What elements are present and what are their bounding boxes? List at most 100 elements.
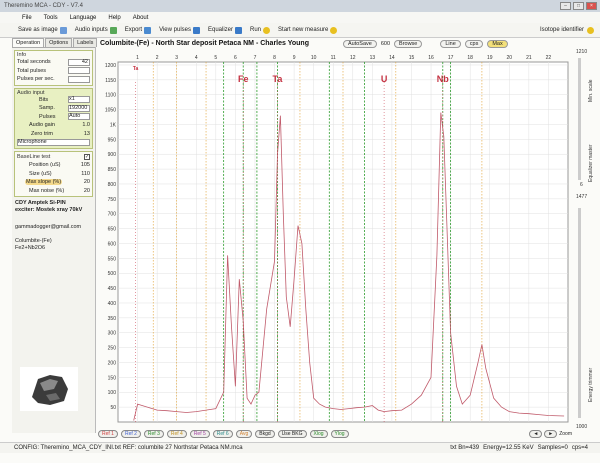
total-seconds-field[interactable]: 42 bbox=[68, 58, 90, 66]
y-tick-label: 500 bbox=[108, 271, 117, 277]
start-new-measure-button[interactable]: Start new measure bbox=[278, 26, 338, 34]
x-tick-label: 12 bbox=[350, 55, 356, 61]
max-slope-value[interactable]: 20 bbox=[76, 179, 90, 185]
menu-tools[interactable]: Tools bbox=[44, 15, 58, 21]
menu-language[interactable]: Language bbox=[70, 15, 97, 21]
x-tick-label: 20 bbox=[507, 55, 513, 61]
x-tick-label: 5 bbox=[214, 55, 217, 61]
maximize-button[interactable]: □ bbox=[573, 2, 584, 10]
y-tick-label: 950 bbox=[108, 137, 117, 143]
y-tick-label: 1200 bbox=[105, 63, 116, 69]
top-scale-value: 1210 bbox=[576, 49, 588, 55]
status-bar: CONFIG: Theremino_MCA_CDY_INI.txt REF: c… bbox=[0, 442, 600, 453]
mid-scale-value: 1477 bbox=[576, 194, 588, 200]
energy-trimmer-slider[interactable] bbox=[578, 208, 581, 418]
autosave-button[interactable]: AutoSave bbox=[342, 39, 377, 48]
min-scale-slider[interactable] bbox=[578, 58, 581, 180]
run-button[interactable]: Run bbox=[250, 26, 271, 34]
view-pulses-button[interactable]: View pulses bbox=[159, 26, 200, 34]
bin-status: txt Bn=439 bbox=[450, 445, 480, 451]
line-button[interactable]: Line bbox=[440, 39, 461, 48]
tab-labels[interactable]: Labels bbox=[73, 38, 98, 47]
equalizer-master-label: Equalizer master bbox=[588, 144, 594, 182]
y-tick-label: 1050 bbox=[105, 108, 116, 114]
export-icon bbox=[144, 26, 152, 34]
x-tick-label: 15 bbox=[409, 55, 415, 61]
minimize-button[interactable]: – bbox=[560, 2, 571, 10]
max-noise-value[interactable]: 20 bbox=[76, 188, 90, 194]
baseline-checkbox[interactable]: ✓ bbox=[84, 153, 90, 160]
size-value[interactable]: 110 bbox=[76, 171, 90, 177]
element-label: Ta bbox=[133, 66, 139, 72]
ref2-button[interactable]: Ref 2 bbox=[120, 429, 141, 438]
pulses-per-sec-field[interactable] bbox=[68, 75, 90, 83]
export-button[interactable]: Export bbox=[125, 26, 152, 34]
radiation-icon bbox=[330, 26, 338, 34]
save-image-button[interactable]: Save as image bbox=[18, 26, 67, 34]
ref5-button[interactable]: Ref 5 bbox=[189, 429, 210, 438]
max-button[interactable]: Max bbox=[487, 39, 508, 48]
close-button[interactable]: × bbox=[586, 2, 597, 10]
use-bkg-button[interactable]: Use BKG bbox=[277, 429, 307, 438]
x-tick-label: 1 bbox=[136, 55, 139, 61]
audio-inputs-button[interactable]: Audio inputs bbox=[75, 26, 117, 34]
position-label: Position (uS) bbox=[29, 162, 61, 169]
y-tick-label: 250 bbox=[108, 346, 117, 352]
y-tick-label: 50 bbox=[110, 405, 116, 411]
position-value[interactable]: 105 bbox=[76, 162, 90, 168]
ref3-button[interactable]: Ref 3 bbox=[143, 429, 164, 438]
menu-about[interactable]: About bbox=[133, 15, 149, 21]
spectrum-chart[interactable]: 50 100 150 200 250 300 350 400 450 500 550 600 650 70… bbox=[98, 48, 572, 430]
avg-button[interactable]: Avg bbox=[235, 429, 253, 438]
bits-select[interactable]: x1 bbox=[68, 96, 90, 104]
window-titlebar: Theremino MCA - CDY - V7.4 – □ × bbox=[0, 0, 600, 12]
samp-select[interactable]: 192000 bbox=[68, 104, 90, 112]
zoom-controls: ◄ ► Zoom bbox=[529, 429, 572, 438]
y-tick-label: 600 bbox=[108, 241, 117, 247]
isotope-identifier-button[interactable]: Isotope identifier bbox=[540, 26, 600, 34]
x-tick-label: 2 bbox=[156, 55, 159, 61]
bkgd-button[interactable]: Bkgd bbox=[255, 429, 275, 438]
config-status: CONFIG: Theremino_MCA_CDY_INI.txt REF: c… bbox=[14, 445, 243, 451]
element-label: U bbox=[381, 74, 388, 84]
radiation-icon bbox=[587, 26, 594, 34]
cps-button[interactable]: cps bbox=[464, 39, 484, 48]
autosave-interval[interactable]: 600 bbox=[381, 41, 390, 47]
y-tick-label: 550 bbox=[108, 256, 117, 262]
device-select[interactable]: Microphone bbox=[17, 138, 90, 146]
max-slope-label: Max slope (%) bbox=[25, 179, 63, 186]
pulses-select[interactable]: Auto bbox=[68, 113, 90, 121]
total-pulses-field[interactable] bbox=[68, 67, 90, 75]
zoom-right-button[interactable]: ► bbox=[544, 429, 558, 438]
baseline-title: BaseLine test bbox=[17, 153, 51, 160]
x-tick-label: 18 bbox=[467, 55, 473, 61]
zoom-left-button[interactable]: ◄ bbox=[529, 429, 543, 438]
x-tick-label: 3 bbox=[175, 55, 178, 61]
left-panel: Operation Options Labels Info Total seco… bbox=[12, 38, 98, 433]
ylog-button[interactable]: Ylog bbox=[330, 429, 349, 438]
zero-trim-value[interactable]: 13 bbox=[76, 131, 90, 137]
tab-operation[interactable]: Operation bbox=[12, 38, 45, 47]
ref1-button[interactable]: Ref 1 bbox=[98, 429, 118, 438]
equalizer-button[interactable]: Equalizer bbox=[208, 26, 243, 34]
x-tick-label: 22 bbox=[546, 55, 552, 61]
y-tick-label: 350 bbox=[108, 316, 117, 322]
tab-options[interactable]: Options bbox=[45, 38, 73, 47]
x-tick-label: 9 bbox=[293, 55, 296, 61]
menu-help[interactable]: Help bbox=[108, 15, 120, 21]
y-tick-label: 1K bbox=[110, 122, 117, 128]
audio-icon bbox=[109, 26, 117, 34]
ref4-button[interactable]: Ref 4 bbox=[166, 429, 187, 438]
x-tick-label: 17 bbox=[448, 55, 454, 61]
x-tick-label: 4 bbox=[195, 55, 198, 61]
browse-button[interactable]: Browse bbox=[394, 39, 423, 48]
ref6-button[interactable]: Ref 6 bbox=[212, 429, 233, 438]
menu-file[interactable]: File bbox=[22, 15, 32, 21]
x-tick-label: 11 bbox=[331, 55, 336, 61]
bottom-bar: Ref 1 Ref 2 Ref 3 Ref 4 Ref 5 Ref 6 Avg … bbox=[98, 428, 572, 439]
audio-gain-value[interactable]: 1.0 bbox=[76, 122, 90, 128]
zoom-label: Zoom bbox=[559, 430, 572, 437]
xlog-button[interactable]: Xlog bbox=[309, 429, 328, 438]
element-label: Ta bbox=[273, 74, 284, 84]
detector-note: CDY Amptek Si-PIN bbox=[15, 200, 66, 206]
